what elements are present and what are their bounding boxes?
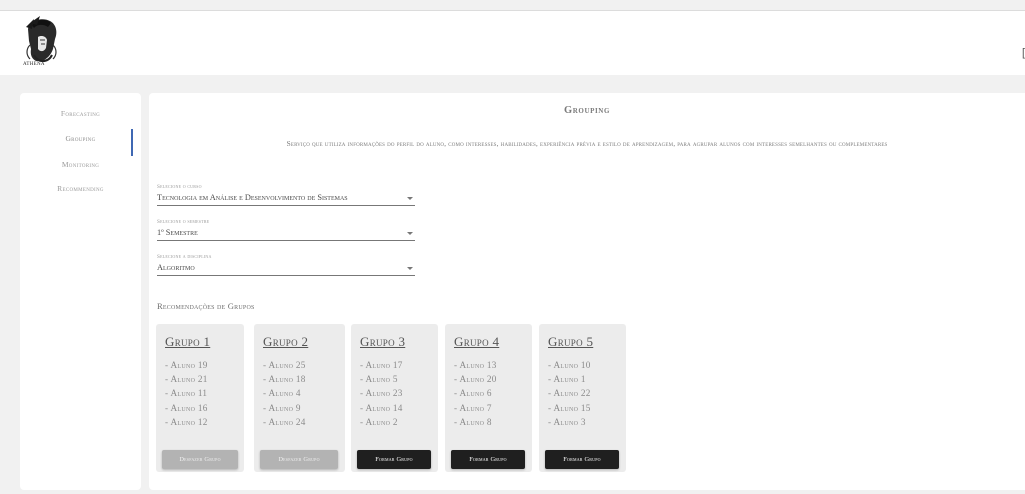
group-member: - Aluno 12 [165,416,208,427]
recommendations-title: Recomendações de Grupos [157,301,255,311]
group-member: - Aluno 10 [548,360,591,370]
course-select-value: Tecnologia em Análise e Desenvolvimento … [157,193,348,202]
group-member: - Aluno 14 [360,402,403,413]
group-title: Grupo 3 [360,334,406,349]
group-member: - Aluno 16 [165,402,208,413]
semester-select-group: Selecione o semestre 1º Semestre [157,219,415,241]
page-description: Serviço que utiliza informações do perfi… [286,139,888,148]
sidebar-item-grouping[interactable]: Grouping [20,134,141,143]
group-member: - Aluno 20 [454,374,497,385]
group-member: - Aluno 1 [548,374,586,385]
sidebar-item-monitoring[interactable]: Monitoring [20,160,141,169]
group-member-list: - Aluno 19 - Aluno 21 - Aluno 11 - Aluno… [165,360,208,431]
page-title: Grouping [563,105,611,116]
sidebar-item-forecasting[interactable]: Forecasting [20,109,141,118]
active-nav-indicator [131,129,133,156]
course-select-group: Selecione o curso Tecnologia em Análise … [157,184,415,206]
group-member-list: - Aluno 10 - Aluno 1 - Aluno 22 - Aluno … [548,360,591,431]
semester-select[interactable]: 1º Semestre [157,227,415,241]
group-title: Grupo 2 [263,334,309,349]
group-member-list: - Aluno 25 - Aluno 18 - Aluno 4 - Aluno … [263,360,306,431]
group-member: - Aluno 25 [263,360,306,370]
group-member: - Aluno 15 [548,402,591,413]
semester-select-label: Selecione o semestre [157,219,210,225]
group-member: - Aluno 5 [360,374,398,385]
discipline-select[interactable]: Algoritmo [157,262,415,276]
group-member: - Aluno 17 [360,360,403,370]
discipline-select-label: Selecione a disciplina [157,254,212,260]
group-member: - Aluno 6 [454,388,492,399]
group-member: - Aluno 4 [263,388,301,399]
top-bar: ATHENA [ [0,10,1025,75]
group-member: - Aluno 13 [454,360,497,370]
course-select[interactable]: Tecnologia em Análise e Desenvolvimento … [157,192,415,206]
form-group-button[interactable]: Formar Grupo [357,450,431,469]
sidebar-item-recommending[interactable]: Recommending [20,184,141,193]
group-member: - Aluno 8 [454,416,492,427]
course-select-label: Selecione o curso [157,184,202,190]
group-member: - Aluno 21 [165,374,208,385]
group-member: - Aluno 18 [263,374,306,385]
logo-text: ATHENA [23,62,45,67]
group-title: Grupo 4 [454,334,500,349]
group-member: - Aluno 7 [454,402,492,413]
group-title: Grupo 1 [165,334,211,349]
group-card-1: Grupo 1 - Aluno 19 - Aluno 21 - Aluno 11… [156,324,244,472]
caret-down-icon [407,197,413,200]
undo-group-button[interactable]: Desfazer Grupo [260,450,338,469]
sidebar: Forecasting Grouping Monitoring Recommen… [20,93,141,490]
group-member-list: - Aluno 17 - Aluno 5 - Aluno 23 - Aluno … [360,360,403,431]
discipline-select-value: Algoritmo [157,263,195,272]
group-member: - Aluno 24 [263,416,306,427]
group-card-4: Grupo 4 - Aluno 13 - Aluno 20 - Aluno 6 … [445,324,532,472]
main-panel: Grouping Serviço que utiliza informações… [149,93,1025,490]
group-card-3: Grupo 3 - Aluno 17 - Aluno 5 - Aluno 23 … [351,324,438,472]
group-member: - Aluno 23 [360,388,403,399]
group-member-list: - Aluno 13 - Aluno 20 - Aluno 6 - Aluno … [454,360,497,431]
group-member: - Aluno 11 [165,388,208,399]
semester-select-value: 1º Semestre [157,228,198,237]
group-card-5: Grupo 5 - Aluno 10 - Aluno 1 - Aluno 22 … [539,324,626,472]
undo-group-button[interactable]: Desfazer Grupo [162,450,238,469]
group-member: - Aluno 2 [360,416,398,427]
caret-down-icon [407,267,413,270]
group-title: Grupo 5 [548,334,594,349]
caret-down-icon [407,232,413,235]
group-member: - Aluno 22 [548,388,591,399]
discipline-select-group: Selecione a disciplina Algoritmo [157,254,415,276]
group-member: - Aluno 9 [263,402,301,413]
group-member: - Aluno 19 [165,360,208,370]
group-member: - Aluno 3 [548,416,586,427]
form-group-button[interactable]: Formar Grupo [451,450,525,469]
group-card-2: Grupo 2 - Aluno 25 - Aluno 18 - Aluno 4 … [254,324,345,472]
form-group-button[interactable]: Formar Grupo [545,450,619,469]
